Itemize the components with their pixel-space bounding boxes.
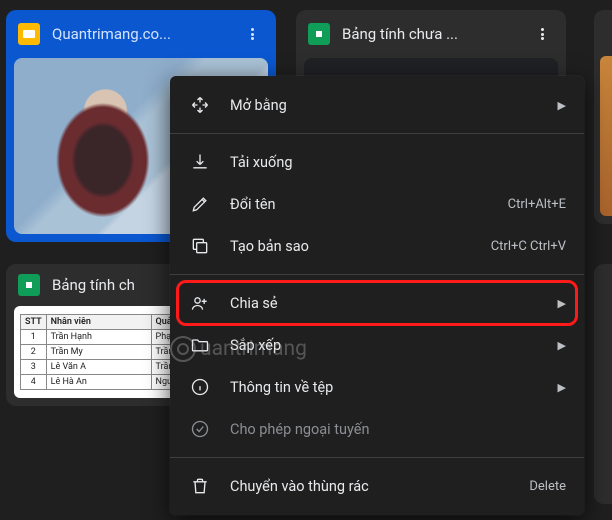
download-icon: [190, 152, 210, 172]
menu-item-label: Sắp xếp: [230, 337, 538, 354]
menu-item-label: Tải xuống: [230, 154, 566, 171]
menu-item-trash[interactable]: Chuyển vào thùng rác Delete: [170, 465, 584, 507]
sheet-header: Nhân viên: [46, 315, 151, 330]
menu-item-organize[interactable]: Sắp xếp ▶: [170, 324, 584, 366]
folder-icon: [190, 335, 210, 355]
chevron-right-icon: ▶: [558, 297, 566, 310]
menu-item-download[interactable]: Tải xuống: [170, 141, 584, 183]
file-title: Quantrimang.co...: [52, 25, 226, 43]
menu-item-label: Chuyển vào thùng rác: [230, 478, 509, 495]
menu-divider: [170, 133, 584, 134]
rename-icon: [190, 194, 210, 214]
open-with-icon: [190, 95, 210, 115]
menu-shortcut: Ctrl+C Ctrl+V: [491, 239, 566, 254]
menu-item-rename[interactable]: Đổi tên Ctrl+Alt+E: [170, 183, 584, 225]
more-vert-icon: [535, 27, 549, 41]
menu-item-file-info[interactable]: Thông tin về tệp ▶: [170, 366, 584, 408]
menu-item-label: Đổi tên: [230, 196, 488, 213]
menu-shortcut: Ctrl+Alt+E: [508, 197, 566, 212]
sheets-icon: [308, 23, 330, 45]
menu-item-label: Cho phép ngoại tuyến: [230, 421, 566, 438]
share-icon: [190, 293, 210, 313]
chevron-right-icon: ▶: [558, 381, 566, 394]
menu-divider: [170, 274, 584, 275]
menu-item-open-with[interactable]: Mở bằng ▶: [170, 84, 584, 126]
menu-item-make-copy[interactable]: Tạo bản sao Ctrl+C Ctrl+V: [170, 225, 584, 267]
menu-divider: [170, 457, 584, 458]
menu-item-label: Chia sẻ: [230, 295, 538, 312]
chevron-right-icon: ▶: [558, 339, 566, 352]
file-card-partial[interactable]: [594, 264, 612, 504]
more-actions-button[interactable]: [528, 20, 556, 48]
menu-item-label: Tạo bản sao: [230, 238, 471, 255]
menu-item-label: Thông tin về tệp: [230, 379, 538, 396]
offline-icon: [190, 419, 210, 439]
file-title: Bảng tính chưa ...: [342, 25, 516, 43]
file-card-partial[interactable]: [594, 10, 612, 224]
more-vert-icon: [245, 27, 259, 41]
sheet-header: STT: [21, 315, 47, 330]
sheets-icon: [18, 274, 40, 296]
info-icon: [190, 377, 210, 397]
trash-icon: [190, 476, 210, 496]
menu-item-offline: Cho phép ngoại tuyến: [170, 408, 584, 450]
copy-icon: [190, 236, 210, 256]
menu-item-label: Mở bằng: [230, 97, 538, 114]
menu-item-share[interactable]: Chia sẻ ▶: [170, 282, 584, 324]
context-menu: Mở bằng ▶ Tải xuống Đổi tên Ctrl+Alt+E T…: [170, 76, 584, 515]
chevron-right-icon: ▶: [558, 99, 566, 112]
slides-icon: [18, 23, 40, 45]
more-actions-button[interactable]: [238, 20, 266, 48]
menu-shortcut: Delete: [529, 479, 566, 494]
